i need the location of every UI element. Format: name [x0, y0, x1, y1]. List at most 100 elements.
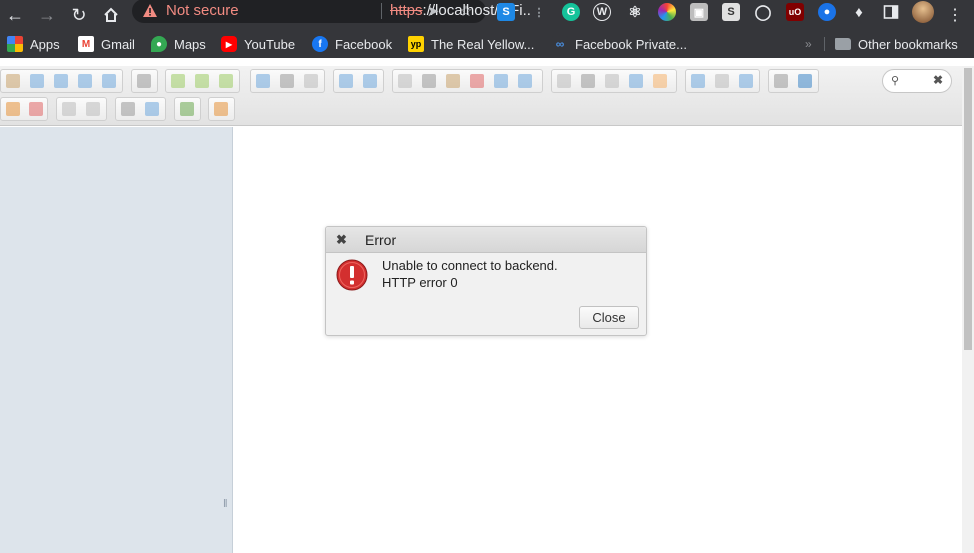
up-icon[interactable] [73, 70, 97, 92]
apps-grid-icon [7, 36, 23, 52]
archive-icon[interactable] [1, 98, 24, 120]
bookmark-apps[interactable]: Apps [7, 36, 60, 52]
resize-icon[interactable] [624, 70, 648, 92]
info-icon[interactable] [793, 70, 817, 92]
bookmark-maps[interactable]: ● Maps [151, 36, 206, 52]
other-bookmarks-label: Other bookmarks [858, 36, 958, 52]
bookmark-facebook-private[interactable]: ∞ Facebook Private... [552, 36, 687, 52]
redo-icon[interactable] [358, 70, 382, 92]
screenshot-icon[interactable]: ▣ [690, 3, 708, 21]
upload-icon[interactable] [214, 70, 238, 92]
network-extension-icon[interactable]: ⋮ [530, 3, 548, 21]
resize-handle-icon[interactable]: ‖ [223, 498, 228, 510]
bookmark-gmail[interactable]: M Gmail [78, 36, 135, 52]
grammarly-icon[interactable]: G [562, 3, 580, 21]
wordpress-icon[interactable]: W [593, 3, 611, 21]
select-invert-icon[interactable] [81, 98, 105, 120]
puzzle-icon[interactable]: ♦ [850, 3, 868, 21]
download-icon[interactable] [275, 70, 299, 92]
icons-view-icon[interactable] [686, 70, 710, 92]
select-icon[interactable] [299, 70, 323, 92]
bookmark-label: Maps [174, 36, 206, 52]
edit-file-icon[interactable] [600, 70, 624, 92]
clear-search-icon[interactable]: ✖ [933, 73, 943, 87]
send-tab-icon[interactable]: ➤ [424, 2, 442, 20]
help-icon[interactable] [140, 98, 164, 120]
fullscreen-icon[interactable] [175, 98, 199, 120]
url-scheme: https [390, 2, 423, 19]
bookmark-facebook[interactable]: f Facebook [312, 36, 392, 52]
file-list-area[interactable] [234, 127, 962, 553]
home-icon[interactable] [99, 3, 123, 27]
selection-group [56, 97, 107, 121]
new-file-icon[interactable] [190, 70, 214, 92]
error-icon [336, 259, 368, 291]
home-icon[interactable] [1, 70, 25, 92]
open-icon[interactable] [251, 70, 275, 92]
new-folder-icon[interactable] [166, 70, 190, 92]
refresh-icon[interactable] [97, 70, 121, 92]
netmount-group [131, 69, 158, 93]
kebab-menu-icon[interactable]: ⋮ [943, 3, 967, 27]
settings-icon[interactable] [648, 70, 672, 92]
scrollbar-thumb[interactable] [964, 68, 972, 350]
tools-group [551, 69, 677, 93]
preview-icon[interactable] [769, 70, 793, 92]
bookmark-yellowpages[interactable]: yp The Real Yellow... [408, 36, 534, 52]
exit-icon[interactable] [209, 98, 233, 120]
security-status[interactable]: Not secure [166, 2, 239, 19]
reload-icon[interactable]: ↻ [67, 3, 91, 27]
back-icon[interactable] [25, 70, 49, 92]
other-bookmarks[interactable]: Other bookmarks [835, 36, 958, 52]
blue-circle-icon[interactable]: ● [818, 3, 836, 21]
undo-group [333, 69, 384, 93]
sort-view-icon[interactable] [734, 70, 758, 92]
netmount-icon[interactable] [132, 70, 156, 92]
bookmark-youtube[interactable]: ▶ YouTube [221, 36, 295, 52]
s-icon[interactable]: S [722, 3, 740, 21]
list-view-icon[interactable] [710, 70, 734, 92]
circle-icon[interactable]: ◯ [754, 3, 772, 21]
error-detail: HTTP error 0 [382, 275, 458, 290]
close-icon[interactable]: ✖ [336, 232, 347, 248]
bookmark-star-icon[interactable]: ☆ [457, 2, 475, 20]
search-icon: ⚲ [891, 75, 900, 87]
address-bar[interactable]: Not secure https://localhost/elFi... ➤ ☆ [132, 0, 535, 23]
extract-icon[interactable] [24, 98, 47, 120]
avatar[interactable] [912, 1, 934, 23]
empty-icon[interactable] [513, 70, 537, 92]
yellowpages-icon: yp [408, 36, 424, 52]
forward-icon[interactable]: → [35, 3, 59, 27]
error-dialog: ✖ Error Unable to connect to backend. HT… [325, 226, 647, 336]
error-message: Unable to connect to backend. [382, 258, 558, 273]
preferences-icon[interactable] [116, 98, 140, 120]
color-picker-icon[interactable] [658, 3, 676, 21]
archive-group [0, 97, 48, 121]
paste-icon[interactable] [441, 70, 465, 92]
scrollbar[interactable] [962, 66, 974, 553]
duplicate-icon[interactable] [552, 70, 576, 92]
copy-icon[interactable] [393, 70, 417, 92]
close-button[interactable]: Close [579, 306, 639, 329]
cut-icon[interactable] [417, 70, 441, 92]
delete-icon[interactable] [465, 70, 489, 92]
rename-icon[interactable] [576, 70, 600, 92]
directory-tree-panel[interactable] [0, 127, 233, 553]
forward-icon[interactable] [49, 70, 73, 92]
side-panel-icon[interactable] [882, 3, 900, 21]
react-devtools-icon[interactable]: ⚛ [626, 3, 644, 21]
link-icon: ∞ [552, 36, 568, 52]
back-icon[interactable]: ← [3, 3, 27, 27]
ublock-icon[interactable]: uO [786, 3, 804, 21]
undo-icon[interactable] [334, 70, 358, 92]
search-input[interactable]: ⚲ ✖ [882, 69, 952, 93]
select-all-icon[interactable] [57, 98, 81, 120]
dialog-title: Error [365, 232, 397, 248]
bookmarks-overflow-icon[interactable]: » [805, 36, 812, 52]
bookmarks-divider [824, 37, 825, 51]
dialog-titlebar[interactable]: ✖ Error [326, 227, 646, 253]
help-group [115, 97, 166, 121]
bookmark-label: Facebook [335, 36, 393, 52]
trash-icon[interactable] [489, 70, 513, 92]
s-extension-icon[interactable]: S [497, 3, 515, 21]
